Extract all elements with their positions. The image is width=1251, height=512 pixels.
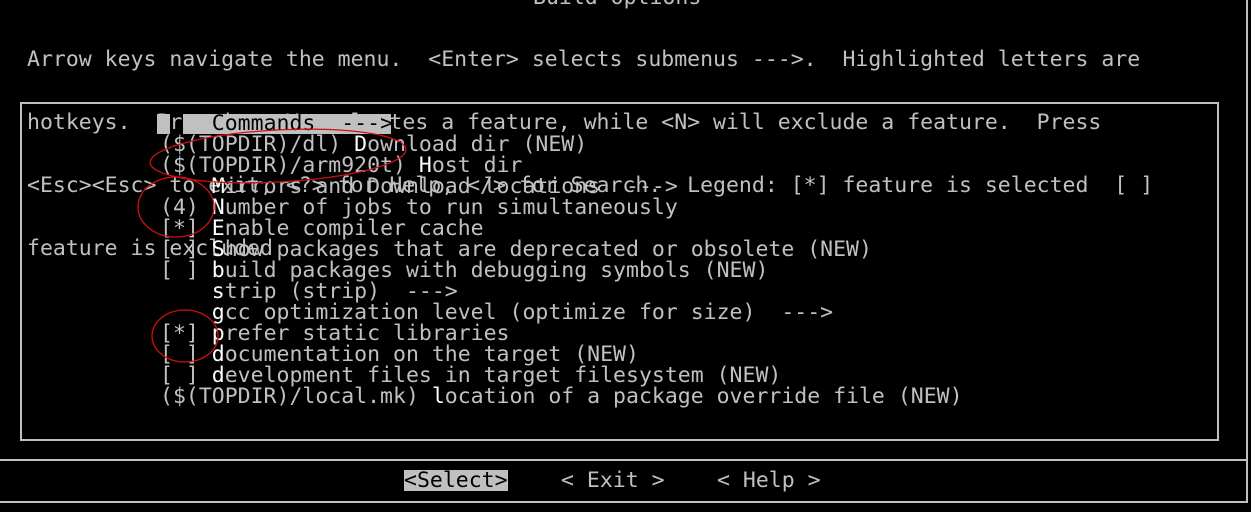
red-annotations <box>137 128 407 363</box>
annotation-circle-static-libs <box>151 309 219 363</box>
annotation-circle-jobs <box>137 176 215 238</box>
